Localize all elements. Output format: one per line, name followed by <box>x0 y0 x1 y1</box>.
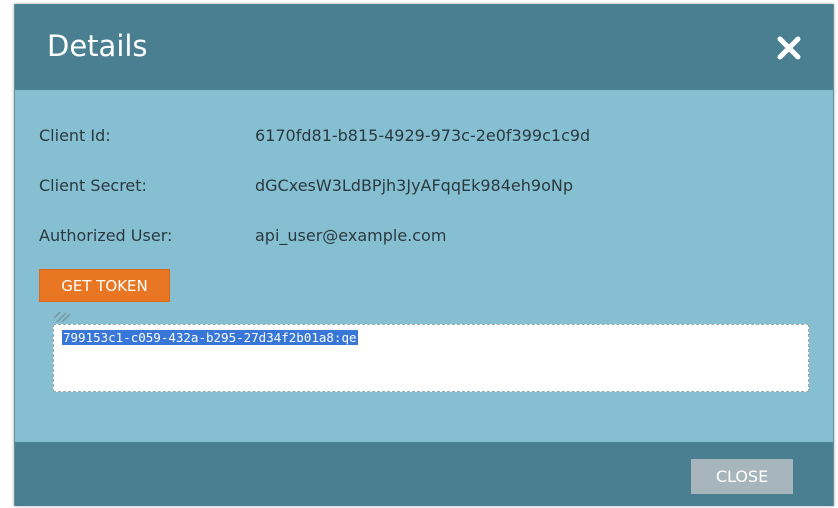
dialog-body: Client Id: 6170fd81-b815-4929-973c-2e0f3… <box>15 90 833 442</box>
client-secret-label: Client Secret: <box>39 176 147 195</box>
resize-handle-icon[interactable] <box>52 306 72 324</box>
dialog-title: Details <box>47 29 148 63</box>
authorized-user-label: Authorized User: <box>39 226 173 245</box>
client-secret-value: dGCxesW3LdBPjh3JyAFqqEk984eh9oNp <box>255 176 573 195</box>
client-id-value: 6170fd81-b815-4929-973c-2e0f399c1c9d <box>255 126 591 145</box>
get-token-button[interactable]: GET TOKEN <box>39 269 170 302</box>
close-icon[interactable] <box>775 34 803 62</box>
token-output-box[interactable]: 799153c1-c059-432a-b295-27d34f2b01a8:qe <box>53 324 809 392</box>
dialog-header: Details <box>15 4 833 90</box>
dialog-footer: CLOSE <box>15 442 833 506</box>
client-id-label: Client Id: <box>39 126 111 145</box>
token-output-text[interactable]: 799153c1-c059-432a-b295-27d34f2b01a8:qe <box>62 330 358 345</box>
details-dialog: Details Client Id: 6170fd81-b815-4929-97… <box>14 4 834 506</box>
authorized-user-value: api_user@example.com <box>255 226 447 245</box>
close-button[interactable]: CLOSE <box>691 459 793 494</box>
